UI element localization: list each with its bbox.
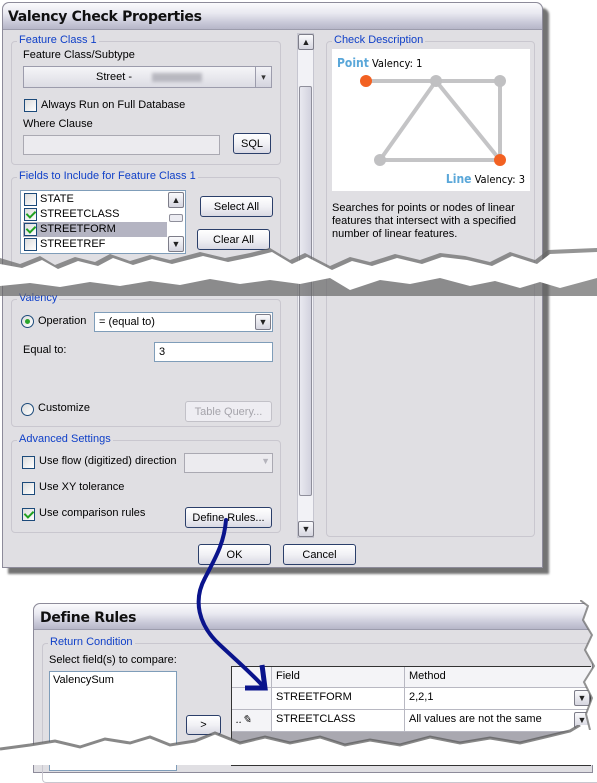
torn-edge-right [580, 600, 597, 730]
use-xy-tolerance-label: Use XY tolerance [39, 481, 125, 493]
torn-edge-separator [0, 248, 597, 296]
valency-diagram: Point Valency: 1 Line Valency: 3 [332, 49, 530, 191]
subtype-label: Feature Class/Subtype [23, 49, 135, 61]
dialog-title: Valency Check Properties [8, 9, 202, 25]
ok-button[interactable]: OK [198, 544, 271, 565]
table-query-button[interactable]: Table Query... [185, 401, 272, 422]
graph-node [374, 154, 386, 166]
customize-radio[interactable] [21, 403, 34, 416]
sql-button[interactable]: SQL [233, 133, 271, 154]
use-flow-label: Use flow (digitized) direction [39, 455, 177, 467]
return-condition-legend: Return Condition [48, 636, 135, 648]
available-field-item[interactable]: ValencySum [53, 674, 114, 686]
operation-label: Operation [38, 315, 87, 327]
redacted-value [152, 73, 202, 82]
operation-radio[interactable] [21, 315, 34, 328]
define-rules-title-bar: Define Rules [34, 604, 592, 630]
select-fields-label: Select field(s) to compare: [49, 654, 177, 666]
chevron-down-icon[interactable]: ▼ [261, 456, 270, 466]
field-checkbox[interactable] [24, 208, 37, 221]
use-flow-checkbox[interactable] [22, 456, 35, 469]
field-label: STREETFORM [40, 223, 116, 235]
rule-method-value: All values are not the same [409, 713, 542, 725]
chevron-down-icon[interactable]: ▼ [255, 314, 271, 330]
subtype-dropdown[interactable]: Street - ▾ [23, 66, 272, 88]
scroll-down-icon[interactable]: ▼ [298, 521, 314, 537]
field-label: STATE [40, 193, 74, 205]
always-run-checkbox[interactable] [24, 99, 37, 112]
line-valency-text: Valency: 3 [471, 173, 525, 186]
rule-method-cell[interactable]: 2,2,1 ▼ [405, 688, 592, 710]
operation-dropdown[interactable]: = (equal to) ▼ [94, 312, 273, 332]
define-rules-button[interactable]: Define Rules... [185, 507, 272, 528]
field-checkbox[interactable] [24, 193, 37, 206]
feature-class-group: Feature Class 1 Feature Class/Subtype St… [11, 34, 281, 165]
graph-edge [378, 79, 438, 162]
field-checkbox[interactable] [24, 223, 37, 236]
fields-legend: Fields to Include for Feature Class 1 [17, 170, 198, 182]
field-item-streetform[interactable]: STREETFORM [23, 222, 167, 237]
use-comparison-rules-label: Use comparison rules [39, 507, 146, 519]
check-description-text: Searches for points or nodes of linear f… [332, 202, 517, 240]
rule-field-cell[interactable]: STREETFORM [272, 688, 405, 710]
valency-group: Valency Operation = (equal to) ▼ Equal t… [11, 292, 281, 427]
advanced-settings-legend: Advanced Settings [17, 433, 113, 445]
check-description-legend: Check Description [332, 34, 426, 46]
field-label: STREETCLASS [40, 208, 120, 220]
where-clause-input[interactable] [23, 135, 220, 155]
list-scroll-up-icon[interactable]: ▲ [168, 192, 184, 208]
row-indicator[interactable] [232, 688, 272, 710]
title-bar: Valency Check Properties [3, 3, 542, 30]
graph-node [430, 75, 442, 87]
equal-to-label: Equal to: [23, 344, 67, 356]
advanced-settings-group: Advanced Settings Use flow (digitized) d… [11, 433, 281, 533]
always-run-label: Always Run on Full Database [41, 99, 186, 111]
list-scrollbar-thumb[interactable] [169, 214, 183, 222]
chevron-down-icon[interactable]: ▾ [255, 67, 271, 87]
equal-to-input[interactable]: 3 [154, 342, 273, 362]
use-xy-tolerance-checkbox[interactable] [22, 482, 35, 495]
endpoint-node [494, 154, 506, 166]
select-all-button[interactable]: Select All [200, 196, 273, 217]
line-word: Line [445, 172, 472, 186]
fields-list[interactable]: STATE STREETCLASS STREETFORM STREETREF ▲… [20, 190, 186, 254]
field-item-state[interactable]: STATE [23, 192, 167, 207]
cancel-button[interactable]: Cancel [283, 544, 356, 565]
valency-graph [360, 75, 506, 166]
clear-all-button[interactable]: Clear All [197, 229, 270, 250]
define-rules-title: Define Rules [40, 610, 137, 626]
grid-header-method[interactable]: Method [405, 667, 592, 688]
torn-edge-bottom [0, 725, 597, 765]
flow-direction-dropdown[interactable]: ▼ [184, 453, 273, 473]
customize-label: Customize [38, 402, 90, 414]
operation-value: = (equal to) [99, 316, 155, 328]
use-comparison-rules-checkbox[interactable] [22, 508, 35, 521]
field-item-streetclass[interactable]: STREETCLASS [23, 207, 167, 222]
grid-header-field[interactable]: Field [272, 667, 405, 688]
endpoint-node [360, 75, 372, 87]
line-valency-label: Line Valency: 3 [446, 172, 525, 186]
scroll-up-icon[interactable]: ▲ [298, 34, 314, 50]
graph-node [494, 75, 506, 87]
rule-method-value: 2,2,1 [409, 691, 434, 703]
where-clause-label: Where Clause [23, 118, 93, 130]
feature-class-legend: Feature Class 1 [17, 34, 99, 46]
graph-edge [434, 79, 502, 162]
grid-header-indicator [232, 667, 272, 688]
subtype-value: Street - [96, 71, 133, 83]
